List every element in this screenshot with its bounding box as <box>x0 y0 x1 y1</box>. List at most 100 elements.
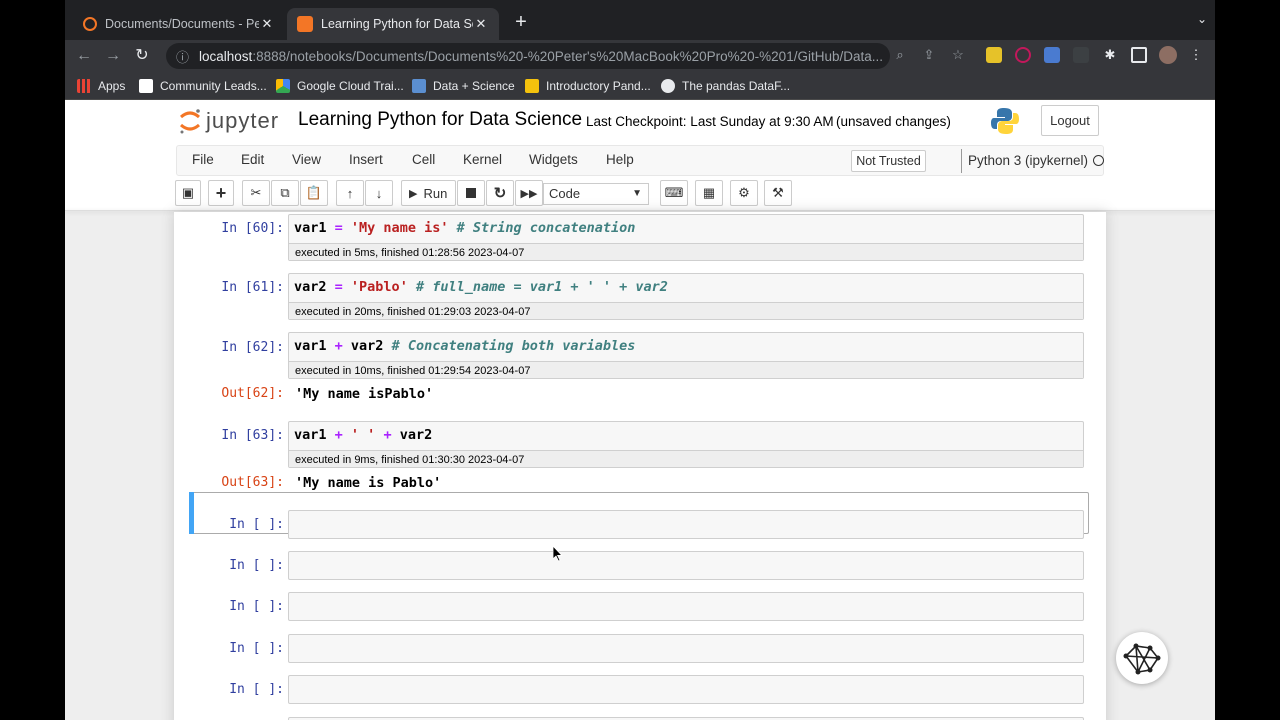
extension-grey-icon[interactable] <box>1073 47 1089 63</box>
code-input[interactable] <box>288 551 1084 580</box>
notebook-container: In [60]: var1 = 'My name is' # String co… <box>174 212 1106 720</box>
forward-icon[interactable]: → <box>102 45 124 67</box>
close-tab-icon[interactable]: ✕ <box>259 16 275 32</box>
cell-type-select[interactable]: Code ▼ <box>543 183 649 205</box>
not-trusted-button[interactable]: Not Trusted <box>851 150 926 172</box>
input-prompt: In [61]: <box>221 280 284 295</box>
execution-time: executed in 9ms, finished 01:30:30 2023-… <box>289 450 1083 467</box>
mouse-cursor-icon <box>553 546 563 562</box>
code-input[interactable]: var1 + var2 # Concatenating both variabl… <box>289 333 1083 361</box>
code-input[interactable]: var2 = 'Pablo' # full_name = var1 + ' ' … <box>289 274 1083 302</box>
network-graph-icon <box>1123 643 1161 675</box>
input-prompt: In [ ]: <box>229 599 284 614</box>
tab-documents[interactable]: Documents/Documents - Peter's ✕ <box>73 8 285 40</box>
bookmark-data-science[interactable]: Data + Science <box>412 77 515 94</box>
execution-time: executed in 10ms, finished 01:29:54 2023… <box>289 361 1083 378</box>
bookmark-google-cloud[interactable]: Google Cloud Trai... <box>276 77 404 94</box>
code-input[interactable]: var1 + ' ' + var2 <box>289 422 1083 450</box>
menu-kernel[interactable]: Kernel <box>463 152 502 167</box>
close-tab-icon[interactable]: ✕ <box>473 16 489 32</box>
extensions-puzzle-icon[interactable]: ✱ <box>1101 46 1119 64</box>
new-tab-icon[interactable]: + <box>509 10 533 34</box>
extension-yellow-icon[interactable] <box>986 47 1002 63</box>
browser-window: Documents/Documents - Peter's ✕ Learning… <box>65 0 1215 720</box>
bookmarks-bar: Apps Community Leads... Google Cloud Tra… <box>65 71 1215 100</box>
profile-avatar[interactable] <box>1159 46 1177 64</box>
network-graph-button[interactable] <box>1116 632 1168 684</box>
jupyter-logo[interactable]: jupyter <box>178 106 279 136</box>
cell-output: 'My name is Pablo' <box>295 475 442 491</box>
back-icon[interactable]: ← <box>73 45 95 67</box>
hammer-icon[interactable]: ⚒ <box>764 180 792 206</box>
code-input[interactable] <box>288 675 1084 704</box>
reload-icon[interactable]: ↻ <box>131 45 153 67</box>
code-cell-62[interactable]: var1 + var2 # Concatenating both variabl… <box>288 332 1084 379</box>
menu-widgets[interactable]: Widgets <box>529 152 578 167</box>
menu-file[interactable]: File <box>192 152 214 167</box>
site-info-icon[interactable]: ⓘ <box>176 47 189 66</box>
chevron-down-icon[interactable]: ⌄ <box>1197 12 1207 26</box>
side-panel-icon[interactable] <box>1131 47 1147 63</box>
copy-icon[interactable]: ⧉ <box>271 180 299 206</box>
menu-edit[interactable]: Edit <box>241 152 264 167</box>
menu-help[interactable]: Help <box>606 152 634 167</box>
play-icon: ▶ <box>409 187 418 200</box>
bookmark-apps[interactable]: Apps <box>77 77 125 94</box>
move-up-icon[interactable]: ↑ <box>336 180 364 206</box>
stop-icon[interactable] <box>457 180 485 206</box>
python-logo-icon <box>991 108 1019 134</box>
move-down-icon[interactable]: ↓ <box>365 180 393 206</box>
code-cell-61[interactable]: var2 = 'Pablo' # full_name = var1 + ' ' … <box>288 273 1084 320</box>
navigation-bar: ← → ↻ ⓘ localhost:8888/notebooks/Documen… <box>65 40 1215 71</box>
keyboard-icon[interactable]: ⌨ <box>660 180 688 206</box>
menu-insert[interactable]: Insert <box>349 152 383 167</box>
restart-icon[interactable]: ↻ <box>486 180 514 206</box>
restart-run-all-icon[interactable]: ▶▶ <box>515 180 543 206</box>
bookmark-community-leads[interactable]: Community Leads... <box>139 77 267 94</box>
code-input[interactable] <box>288 510 1084 539</box>
input-prompt: In [ ]: <box>229 517 284 532</box>
notebook-header: jupyter Learning Python for Data Science… <box>65 100 1215 211</box>
input-prompt: In [ ]: <box>229 641 284 656</box>
jupyter-logo-icon <box>180 109 200 134</box>
zoom-icon[interactable]: ⌕ <box>891 46 909 64</box>
calendar-icon[interactable]: ▦ <box>695 180 723 206</box>
more-menu-icon[interactable]: ⋮ <box>1187 46 1205 64</box>
code-input[interactable] <box>288 592 1084 621</box>
star-icon[interactable]: ☆ <box>949 46 967 64</box>
bookmark-icon <box>139 78 153 93</box>
insert-cell-below-icon[interactable]: + <box>208 180 234 206</box>
kernel-name: Python 3 (ipykernel) <box>961 149 1088 173</box>
logout-button[interactable]: Logout <box>1041 105 1099 136</box>
input-prompt: In [63]: <box>221 428 284 443</box>
bookmark-icon <box>661 78 675 93</box>
input-prompt: In [62]: <box>221 340 284 355</box>
share-icon[interactable]: ⇪ <box>920 46 938 64</box>
paste-icon[interactable]: 📋 <box>300 180 328 206</box>
notebook-toolbar: ▣ + ✂ ⧉ 📋 ↑ ↓ ▶ Run ↻ ▶▶ Code ▼ ⌨ ▦ ⚙ ⚒ <box>175 180 1105 208</box>
jupyter-page: jupyter Learning Python for Data Science… <box>65 100 1215 720</box>
unsaved-status: (unsaved changes) <box>836 114 951 129</box>
code-cell-63[interactable]: var1 + ' ' + var2 executed in 9ms, finis… <box>288 421 1084 468</box>
input-prompt: In [ ]: <box>229 682 284 697</box>
output-prompt: Out[63]: <box>221 475 284 490</box>
cell-output: 'My name isPablo' <box>295 386 434 402</box>
gear-icon[interactable]: ⚙ <box>730 180 758 206</box>
run-button[interactable]: ▶ Run <box>401 180 456 206</box>
cut-icon[interactable]: ✂ <box>242 180 270 206</box>
bookmark-pandas-dataframe[interactable]: The pandas DataF... <box>661 77 790 94</box>
code-input[interactable] <box>288 634 1084 663</box>
bookmark-introductory-pandas[interactable]: Introductory Pand... <box>525 77 651 94</box>
menu-view[interactable]: View <box>292 152 321 167</box>
code-input[interactable]: var1 = 'My name is' # String concatenati… <box>289 215 1083 243</box>
notebook-title[interactable]: Learning Python for Data Science <box>298 109 582 131</box>
menu-cell[interactable]: Cell <box>412 152 435 167</box>
extension-translate-icon[interactable] <box>1044 47 1060 63</box>
input-prompt: In [ ]: <box>229 558 284 573</box>
save-icon[interactable]: ▣ <box>175 180 201 206</box>
tab-learning-python[interactable]: Learning Python for Data Science ✕ <box>287 8 499 40</box>
address-bar[interactable]: ⓘ localhost:8888/notebooks/Documents/Doc… <box>166 43 890 69</box>
extension-record-icon[interactable] <box>1015 47 1031 63</box>
bookmark-icon <box>412 78 426 93</box>
code-cell-60[interactable]: var1 = 'My name is' # String concatenati… <box>288 214 1084 261</box>
